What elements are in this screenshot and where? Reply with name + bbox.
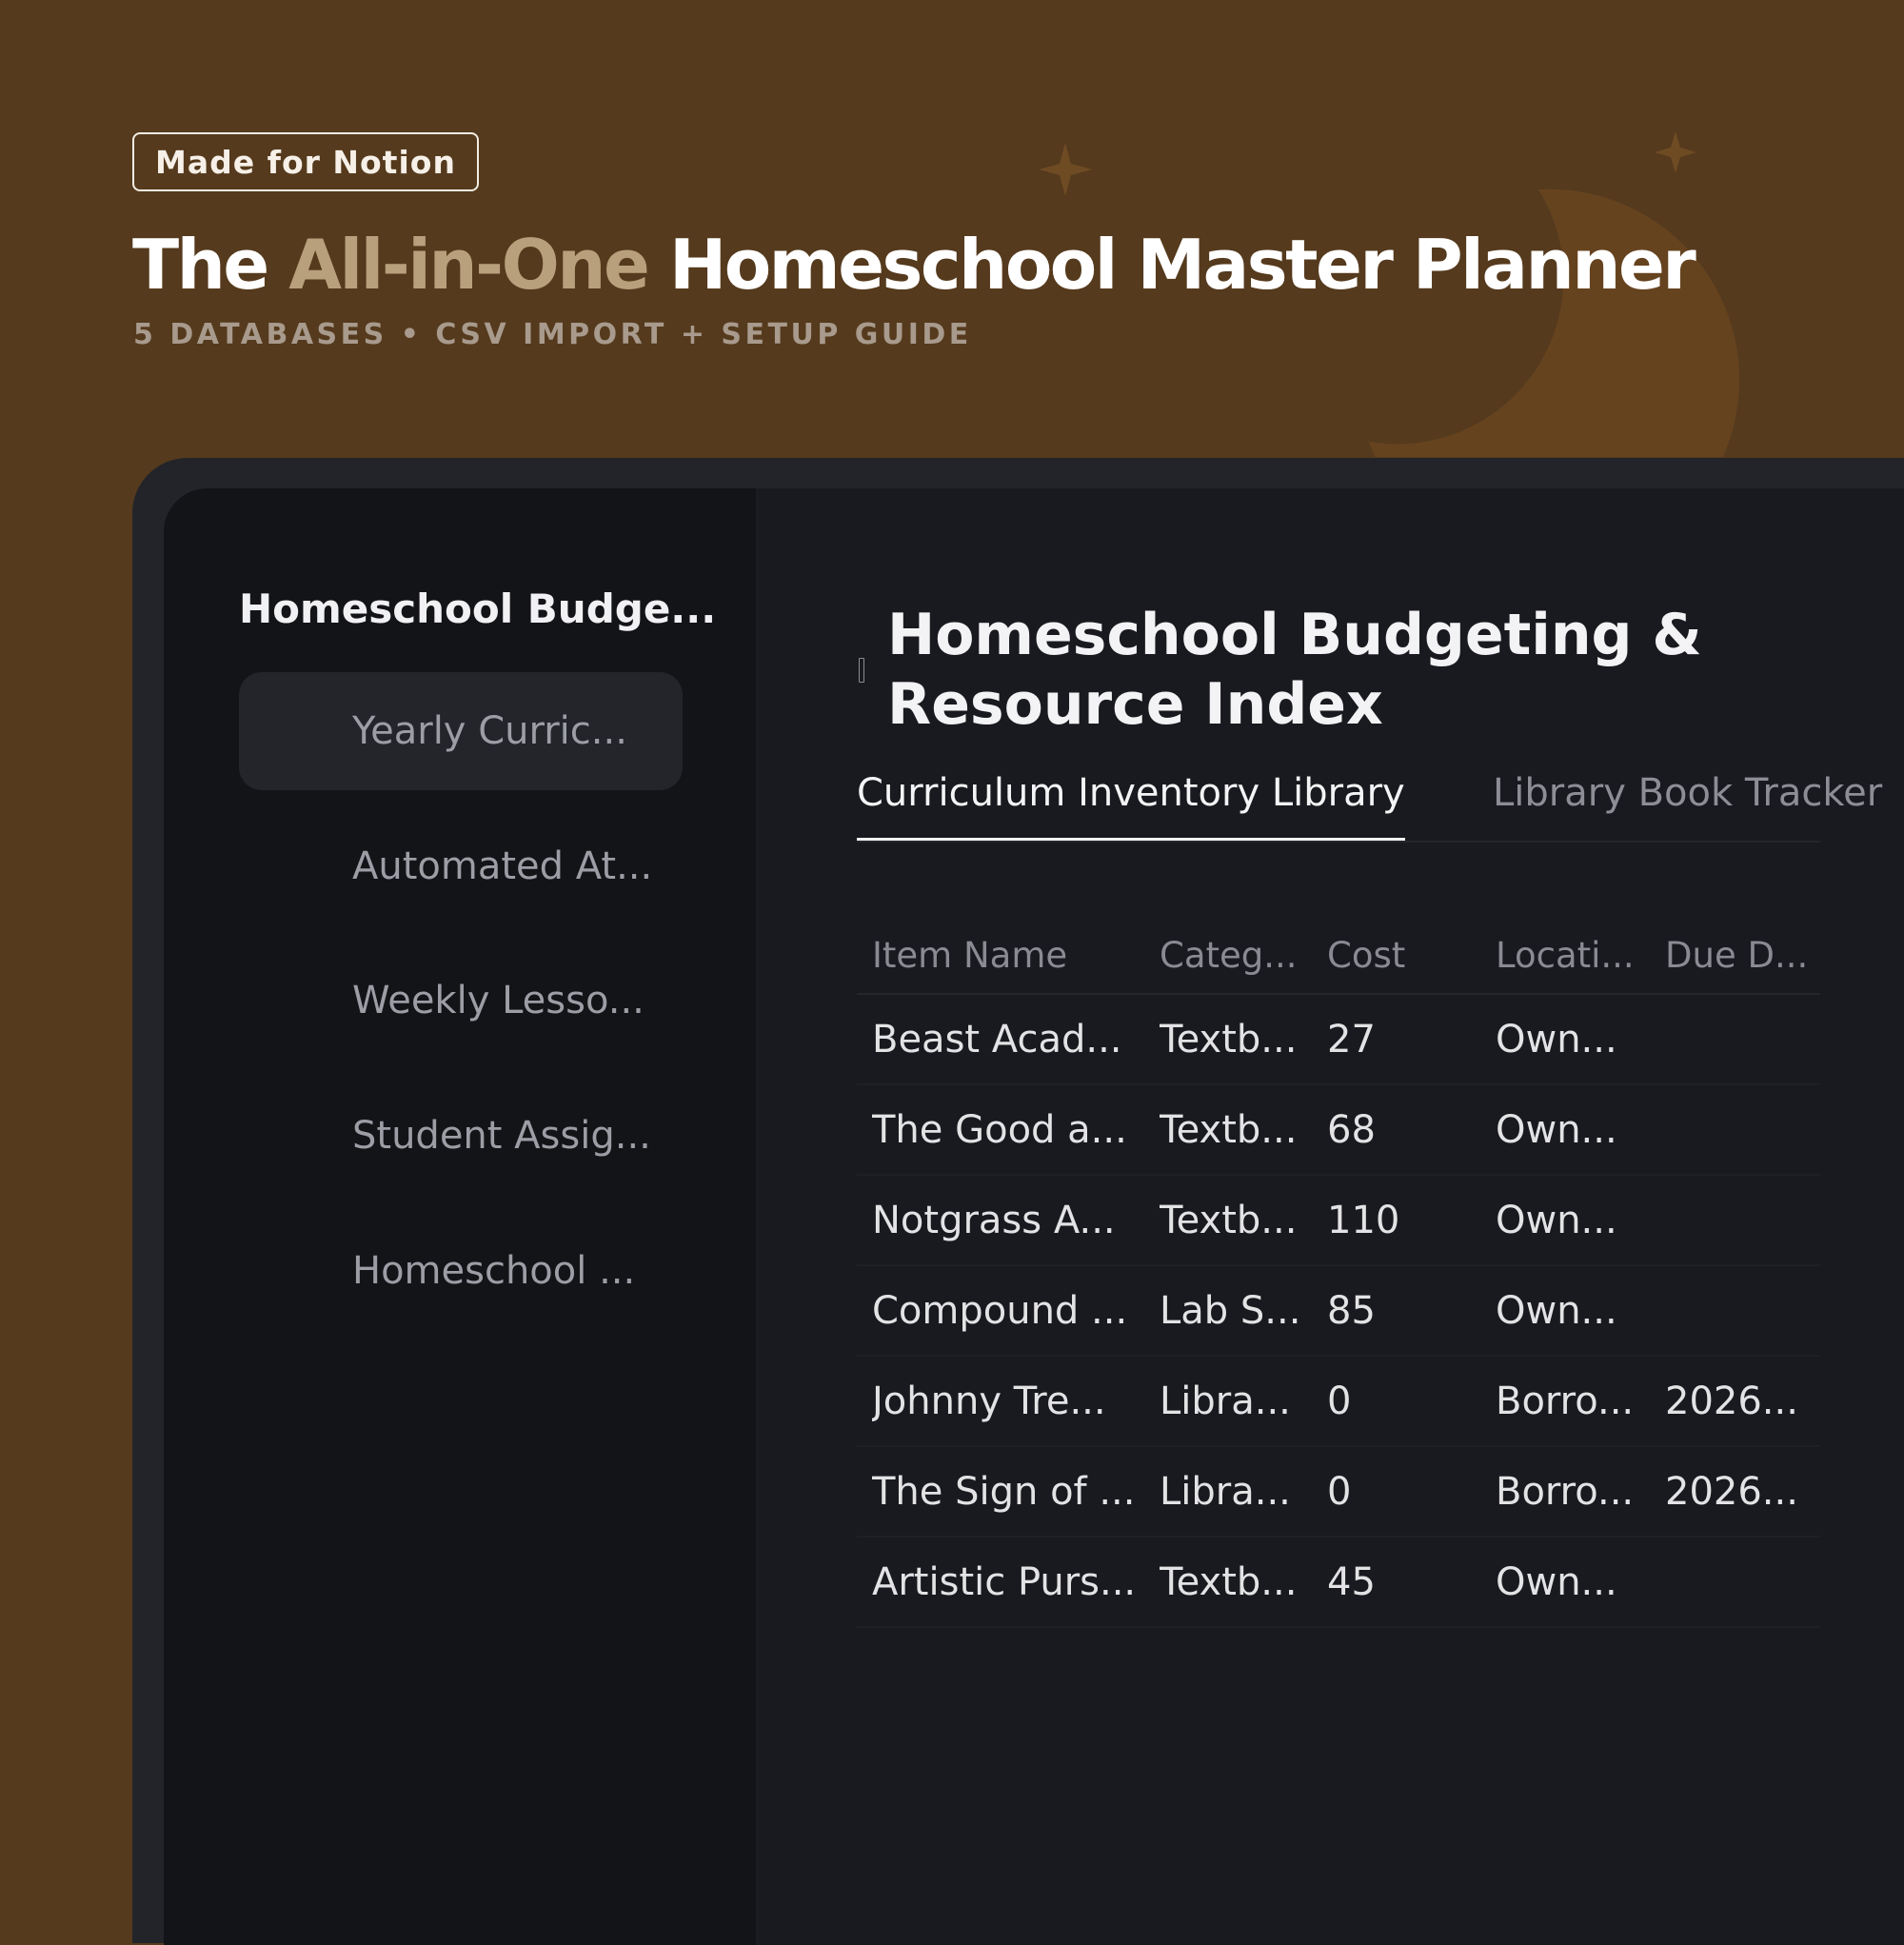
table-row[interactable]: Notgrass A... Textb... 110 Own... <box>857 1176 1820 1266</box>
page-title-line-2: Resource Index <box>887 671 1383 738</box>
cell-category: Textb... <box>1160 1017 1298 1062</box>
cell-due-date: 2026... <box>1665 1379 1798 1423</box>
table-row[interactable]: Beast Acad... Textb... 27 Own... <box>857 995 1820 1085</box>
tab-curriculum-inventory-library[interactable]: Curriculum Inventory Library <box>857 764 1405 841</box>
sidebar-item-label: Yearly Curric... <box>352 709 627 753</box>
sidebar: Homeschool Budge... Yearly Curric... Aut… <box>164 488 758 1945</box>
column-header-cost[interactable]: Cost <box>1327 917 1487 993</box>
cell-due-date <box>1665 1085 1817 1174</box>
view-tabs: Curriculum Inventory Library Library Boo… <box>857 764 1882 843</box>
cell-location: Own... <box>1496 1017 1617 1062</box>
cell-cost: 45 <box>1327 1559 1376 1604</box>
column-header-location[interactable]: Locati... <box>1496 917 1656 993</box>
cell-location: Own... <box>1496 1559 1617 1604</box>
cell-cost: 0 <box>1327 1379 1352 1423</box>
cell-item-name: The Sign of ... <box>872 1469 1136 1514</box>
table-row[interactable]: Artistic Purs... Textb... 45 Own... <box>857 1538 1820 1628</box>
column-header-item-name[interactable]: Item Name <box>872 917 1148 993</box>
sidebar-item-student-assignments[interactable]: Student Assig... <box>239 1077 683 1195</box>
drag-handle-icon[interactable] <box>859 658 864 683</box>
cell-due-date <box>1665 1176 1817 1264</box>
cell-category: Libra... <box>1160 1469 1291 1514</box>
cell-cost: 0 <box>1327 1469 1352 1514</box>
badge-label: Made for Notion <box>155 143 456 181</box>
cell-item-name: Beast Acad... <box>872 1017 1122 1062</box>
main-content: Homeschool Budgeting & Resource Index Cu… <box>758 488 1904 1945</box>
table-header: Item Name Categ... Cost Locati... Due D.… <box>857 917 1820 995</box>
cell-cost: 27 <box>1327 1017 1376 1062</box>
hero-title: The All-in-One Homeschool Master Planner <box>132 225 1696 305</box>
page-title-line-1: Homeschool Budgeting & <box>887 602 1702 668</box>
made-for-notion-badge: Made for Notion <box>132 132 479 191</box>
inventory-table: Item Name Categ... Cost Locati... Due D.… <box>857 917 1820 1628</box>
cell-cost: 85 <box>1327 1288 1376 1333</box>
cell-due-date: 2026... <box>1665 1469 1798 1514</box>
cell-location: Borro... <box>1496 1379 1635 1423</box>
column-header-due-date[interactable]: Due D... <box>1665 917 1817 993</box>
tab-library-book-tracker[interactable]: Library Book Tracker <box>1493 764 1882 841</box>
sparkle-icon <box>1655 131 1696 173</box>
cell-item-name: Notgrass A... <box>872 1198 1116 1242</box>
column-header-category[interactable]: Categ... <box>1160 917 1319 993</box>
table-row[interactable]: Johnny Tre... Libra... 0 Borro... 2026..… <box>857 1357 1820 1447</box>
cell-location: Own... <box>1496 1288 1617 1333</box>
cell-location: Own... <box>1496 1107 1617 1152</box>
sidebar-item-automated-attendance[interactable]: Automated At... <box>239 807 683 925</box>
hero-title-accent: All-in-One <box>288 225 650 305</box>
hero-subtitle: 5 DATABASES • CSV IMPORT + SETUP GUIDE <box>133 318 972 351</box>
sidebar-item-yearly-curriculum[interactable]: Yearly Curric... <box>239 672 683 790</box>
cell-due-date <box>1665 1266 1817 1355</box>
cell-item-name: The Good a... <box>872 1107 1127 1152</box>
cell-category: Textb... <box>1160 1559 1298 1604</box>
hero-title-pre: The <box>132 225 289 305</box>
sidebar-item-label: Homeschool ... <box>352 1249 636 1293</box>
cell-due-date <box>1665 995 1817 1083</box>
cell-item-name: Artistic Purs... <box>872 1559 1137 1604</box>
table-row[interactable]: The Good a... Textb... 68 Own... <box>857 1085 1820 1176</box>
sidebar-item-label: Automated At... <box>352 844 653 888</box>
table-row[interactable]: Compound ... Lab S... 85 Own... <box>857 1266 1820 1357</box>
cell-item-name: Compound ... <box>872 1288 1128 1333</box>
sidebar-item-label: Weekly Lesso... <box>352 979 645 1022</box>
cell-due-date <box>1665 1538 1817 1626</box>
cell-category: Textb... <box>1160 1198 1298 1242</box>
cell-item-name: Johnny Tre... <box>872 1379 1106 1423</box>
hero-title-post: Homeschool Master Planner <box>647 225 1696 305</box>
sparkle-icon <box>1039 143 1092 196</box>
app-window: Homeschool Budge... Yearly Curric... Aut… <box>164 488 1904 1945</box>
sidebar-title[interactable]: Homeschool Budge... <box>239 585 716 632</box>
table-row[interactable]: The Sign of ... Libra... 0 Borro... 2026… <box>857 1447 1820 1538</box>
cell-category: Libra... <box>1160 1379 1291 1423</box>
page-title: Homeschool Budgeting & Resource Index <box>887 601 1744 740</box>
sidebar-item-label: Student Assig... <box>352 1114 651 1158</box>
cell-location: Own... <box>1496 1198 1617 1242</box>
cell-location: Borro... <box>1496 1469 1635 1514</box>
cell-category: Lab S... <box>1160 1288 1301 1333</box>
sidebar-item-homeschool[interactable]: Homeschool ... <box>239 1212 683 1330</box>
cell-category: Textb... <box>1160 1107 1298 1152</box>
cell-cost: 110 <box>1327 1198 1400 1242</box>
sidebar-item-weekly-lessons[interactable]: Weekly Lesso... <box>239 942 683 1060</box>
cell-cost: 68 <box>1327 1107 1376 1152</box>
